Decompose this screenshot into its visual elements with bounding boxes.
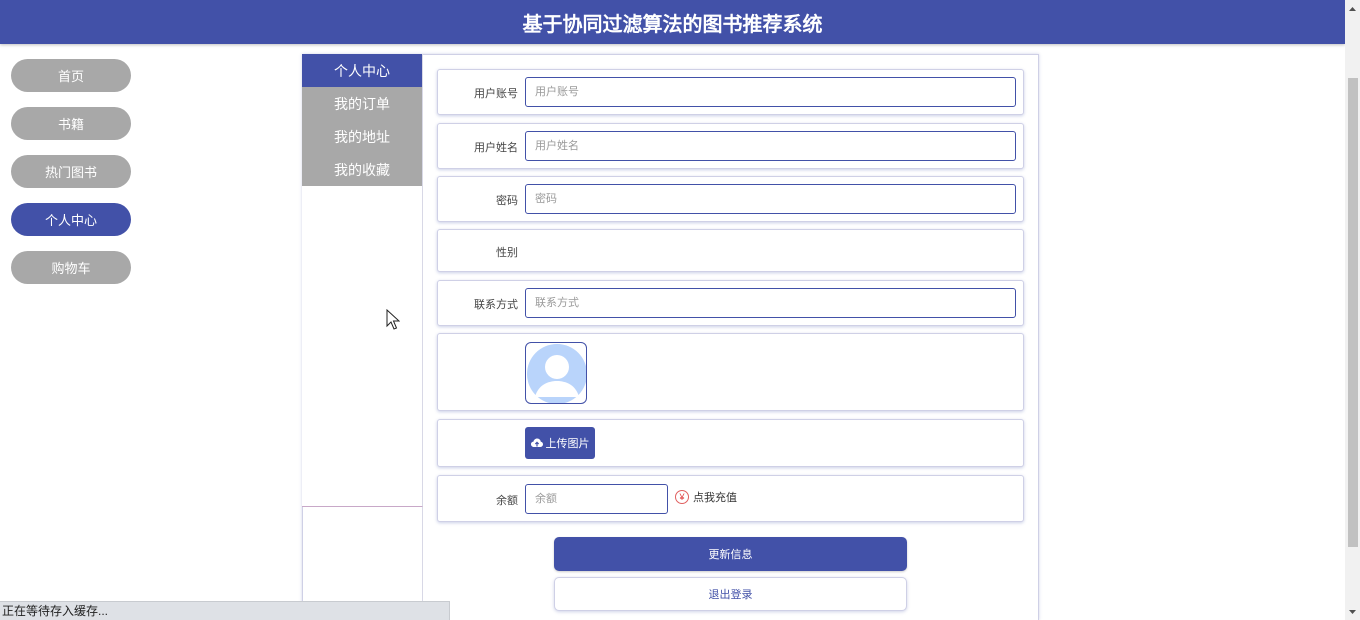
nav-item-cart[interactable]: 购物车 [11,251,131,284]
submenu-item-my-orders[interactable]: 我的订单 [302,87,422,120]
password-label: 密码 [496,195,518,207]
scroll-up-arrow-icon[interactable] [1345,0,1360,17]
form-row-gender: 性别 [437,229,1024,272]
nav-item-home[interactable]: 首页 [11,59,131,92]
gender-label: 性别 [496,247,518,259]
nav-item-personal-center[interactable]: 个人中心 [11,203,131,236]
password-input[interactable] [525,184,1016,214]
nav-item-popular-books[interactable]: 热门图书 [11,155,131,188]
recharge-label: 点我充值 [693,492,737,504]
form-row-avatar [437,333,1024,411]
mouse-pointer-icon [386,309,400,330]
default-user-avatar-icon[interactable] [525,342,587,404]
balance-input[interactable] [525,484,668,514]
page-title: 基于协同过滤算法的图书推荐系统 [522,13,823,36]
form-row-name: 用户姓名 [437,123,1024,169]
submenu-item-personal-center[interactable]: 个人中心 [302,54,422,87]
form-row-balance: 余额 ¥ 点我充值 [437,475,1024,522]
cloud-upload-icon [530,438,543,447]
nav-item-books[interactable]: 书籍 [11,107,131,140]
submenu-item-my-favorites[interactable]: 我的收藏 [302,153,422,186]
form-row-account: 用户账号 [437,69,1024,115]
name-label: 用户姓名 [474,142,518,154]
account-label: 用户账号 [474,88,518,100]
recharge-link[interactable]: ¥ 点我充值 [675,489,737,505]
profile-submenu: 个人中心 我的订单 我的地址 我的收藏 [302,54,423,507]
logout-button[interactable]: 退出登录 [554,577,907,611]
main-nav: 首页 书籍 热门图书 个人中心 购物车 [11,59,131,299]
scroll-down-arrow-icon[interactable] [1345,603,1360,620]
yen-icon: ¥ [675,490,689,504]
contact-label: 联系方式 [474,299,518,311]
name-input[interactable] [525,131,1016,161]
page-scrollbar[interactable] [1345,0,1360,620]
update-info-button[interactable]: 更新信息 [554,537,907,571]
balance-label: 余额 [496,495,518,507]
form-row-upload: 上传图片 [437,419,1024,467]
browser-status-bar: 正在等待存入缓存... [0,601,450,620]
submenu-item-my-address[interactable]: 我的地址 [302,120,422,153]
upload-image-label: 上传图片 [545,438,590,450]
form-row-password: 密码 [437,176,1024,222]
upload-image-button[interactable]: 上传图片 [525,427,595,459]
form-row-contact: 联系方式 [437,280,1024,326]
contact-input[interactable] [525,288,1016,318]
app-header: 基于协同过滤算法的图书推荐系统 [0,0,1345,44]
account-input[interactable] [525,77,1016,107]
scrollbar-thumb[interactable] [1348,78,1358,547]
